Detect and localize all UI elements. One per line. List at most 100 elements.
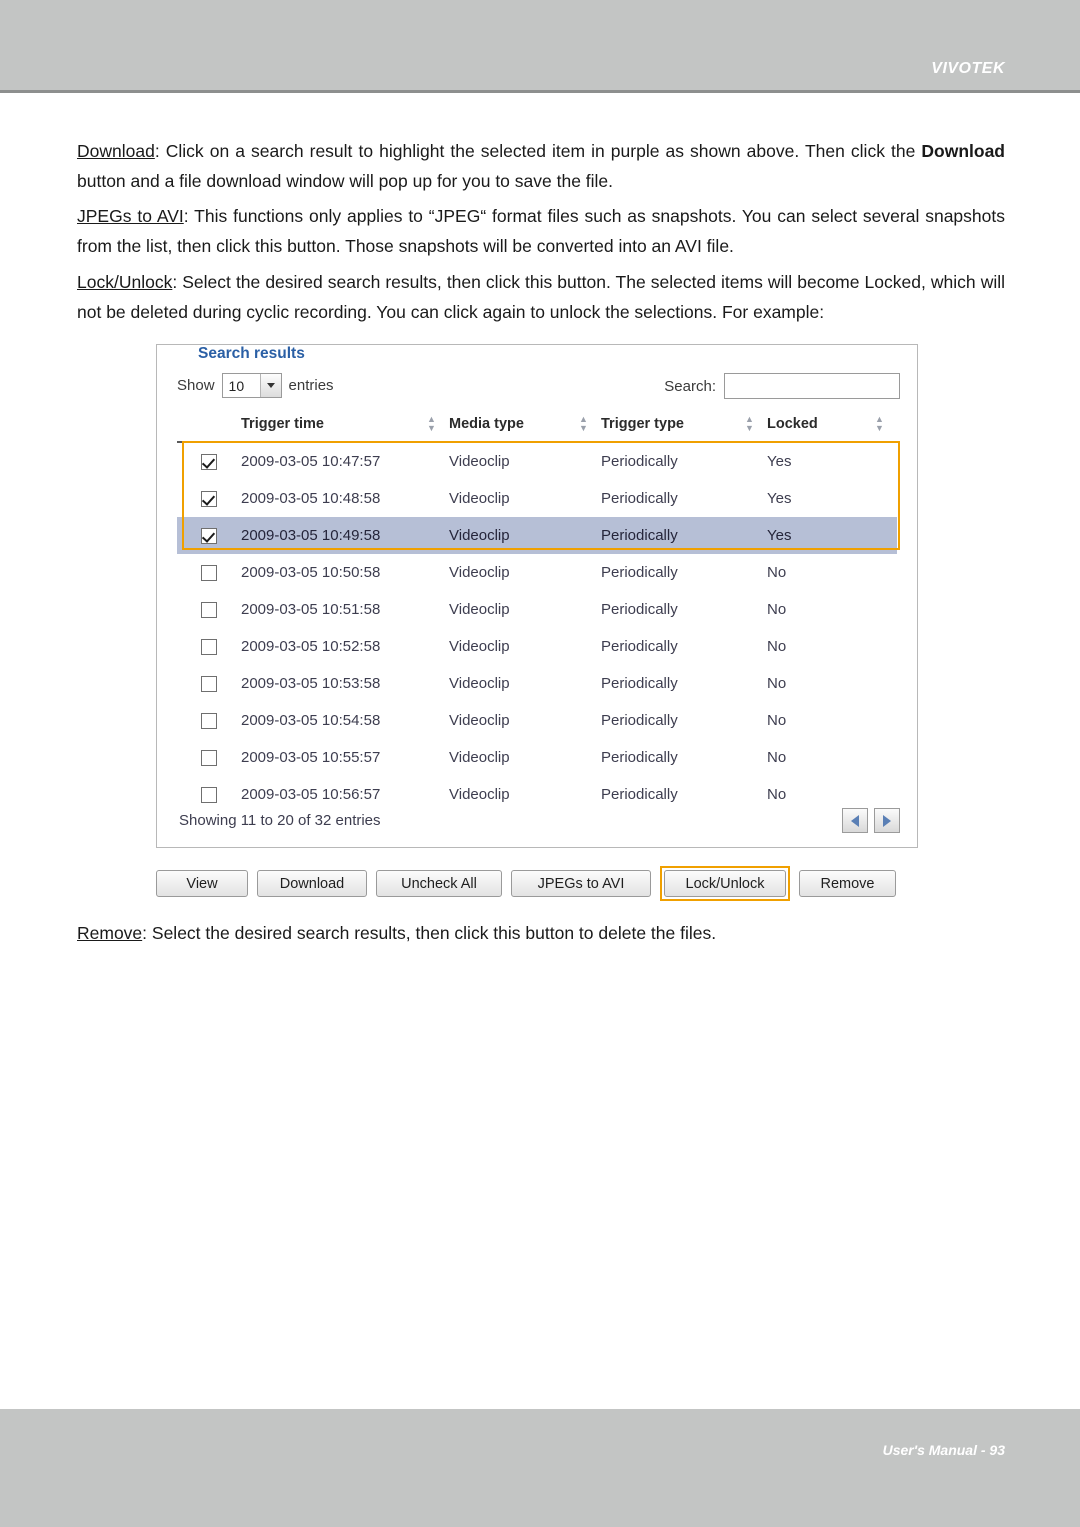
row-checkbox[interactable] — [201, 676, 217, 693]
sort-icon: ▲ ▼ — [745, 414, 754, 433]
row-trigger-type: Periodically — [601, 638, 678, 656]
table-row[interactable]: 2009-03-05 10:48:58 Videoclip Periodically… — [177, 480, 897, 517]
table-row[interactable]: 2009-03-05 10:55:57 Videoclip Periodically… — [177, 739, 897, 776]
row-trigger-type: Periodically — [601, 675, 678, 693]
row-trigger-time: 2009-03-05 10:49:58 — [241, 517, 449, 555]
arrow-left-icon — [851, 814, 859, 827]
jpegs-to-avi-button[interactable]: JPEGs to AVI — [511, 870, 651, 897]
download-button[interactable]: Download — [257, 870, 367, 897]
action-button-row: View Download Uncheck All JPEGs to AVI L… — [156, 866, 918, 901]
search-results-legend: Search results — [190, 345, 313, 363]
row-checkbox-cell[interactable] — [177, 554, 241, 591]
row-checkbox[interactable] — [201, 602, 217, 619]
download-term: Download — [77, 141, 155, 161]
row-locked: No — [767, 564, 787, 582]
row-checkbox[interactable] — [201, 565, 217, 582]
row-trigger-time: 2009-03-05 10:50:58 — [241, 564, 381, 582]
row-trigger-type: Periodically — [601, 712, 678, 730]
table-row[interactable]: 2009-03-05 10:50:58 Videoclip Periodically… — [177, 554, 897, 591]
view-button[interactable]: View — [156, 870, 248, 897]
row-checkbox-cell[interactable] — [177, 480, 241, 517]
paragraph-download: Download: Click on a search result to hi… — [77, 136, 1005, 196]
table-row[interactable]: 2009-03-05 10:54:58 Videoclip Periodically… — [177, 702, 897, 739]
lock-text: : Select the desired search results, the… — [77, 272, 1005, 323]
row-media-type: Videoclip — [449, 564, 510, 582]
next-page-button[interactable] — [874, 808, 900, 833]
header-trigger-type-label: Trigger type — [601, 416, 684, 432]
chevron-down-icon — [259, 374, 281, 397]
remove-button[interactable]: Remove — [799, 870, 896, 897]
page-footer-band — [0, 1409, 1080, 1527]
showing-entries-text: Showing 11 to 20 of 32 entries — [179, 812, 381, 829]
table-body: 2009-03-05 10:47:57 Videoclip Periodically… — [177, 442, 897, 813]
table-row[interactable]: 2009-03-05 10:53:58 Videoclip Periodically… — [177, 665, 897, 702]
previous-page-button[interactable] — [842, 808, 868, 833]
table-row[interactable]: 2009-03-05 10:56:57 Videoclip Periodically… — [177, 776, 897, 813]
row-checkbox-cell[interactable] — [177, 442, 241, 480]
row-locked: Yes — [767, 453, 792, 471]
arrow-right-icon — [883, 814, 891, 827]
row-checkbox[interactable] — [201, 787, 217, 804]
row-checkbox-cell[interactable] — [177, 517, 241, 555]
table-row[interactable]: 2009-03-05 10:52:58 Videoclip Periodically… — [177, 628, 897, 665]
header-media-type[interactable]: Media type ▲ ▼ — [449, 409, 601, 443]
row-checkbox[interactable] — [201, 713, 217, 730]
row-checkbox-cell[interactable] — [177, 628, 241, 665]
lock-unlock-button[interactable]: Lock/Unlock — [664, 870, 786, 897]
table-row[interactable]: 2009-03-05 10:49:58 Videoclip Periodically… — [177, 517, 897, 555]
row-checkbox-cell[interactable] — [177, 702, 241, 739]
table-row[interactable]: 2009-03-05 10:47:57 Videoclip Periodically… — [177, 442, 897, 480]
row-checkbox-cell[interactable] — [177, 665, 241, 702]
remove-text: : Select the desired search results, the… — [142, 923, 717, 943]
row-trigger-time: 2009-03-05 10:56:57 — [241, 786, 381, 804]
header-locked-label: Locked — [767, 416, 818, 432]
pagination-controls — [842, 808, 900, 833]
entries-label: entries — [288, 377, 334, 394]
paragraph-jpegs-to-avi: JPEGs to AVI: This functions only applie… — [77, 201, 1005, 261]
row-locked: No — [767, 638, 787, 656]
row-trigger-time: 2009-03-05 10:48:58 — [241, 490, 381, 508]
row-checkbox[interactable] — [201, 639, 217, 656]
row-checkbox-cell[interactable] — [177, 776, 241, 813]
entries-per-page-select[interactable]: 10 — [221, 373, 282, 398]
header-media-type-label: Media type — [449, 416, 524, 432]
row-locked: No — [767, 712, 787, 730]
search-input[interactable] — [724, 373, 900, 399]
row-trigger-time: 2009-03-05 10:52:58 — [241, 638, 381, 656]
row-trigger-type: Periodically — [601, 517, 767, 555]
row-media-type: Videoclip — [449, 675, 510, 693]
row-checkbox[interactable] — [201, 491, 217, 508]
header-trigger-time[interactable]: Trigger time ▲ ▼ — [241, 409, 449, 443]
show-entries-control: Show 10 entries — [177, 373, 334, 398]
sort-icon: ▲ ▼ — [875, 414, 884, 433]
uncheck-all-button[interactable]: Uncheck All — [376, 870, 502, 897]
paragraph-lock-unlock: Lock/Unlock: Select the desired search r… — [77, 267, 1005, 327]
lock-unlock-highlight: Lock/Unlock — [660, 866, 790, 901]
row-locked: No — [767, 601, 787, 619]
row-media-type: Videoclip — [449, 517, 601, 555]
lock-term: Lock/Unlock — [77, 272, 173, 292]
row-checkbox[interactable] — [201, 750, 217, 767]
table-header-row: Trigger time ▲ ▼ Media type ▲ ▼ Trigger ty… — [177, 409, 897, 443]
row-checkbox[interactable] — [201, 528, 217, 545]
header-checkbox-column — [177, 409, 241, 443]
header-trigger-type[interactable]: Trigger type ▲ ▼ — [601, 409, 767, 443]
row-checkbox-cell[interactable] — [177, 739, 241, 776]
row-trigger-type: Periodically — [601, 564, 678, 582]
row-checkbox-cell[interactable] — [177, 591, 241, 628]
row-media-type: Videoclip — [449, 490, 510, 508]
row-media-type: Videoclip — [449, 712, 510, 730]
entries-per-page-value: 10 — [228, 377, 245, 394]
row-checkbox[interactable] — [201, 454, 217, 471]
header-divider — [0, 90, 1080, 93]
row-media-type: Videoclip — [449, 453, 510, 471]
show-label: Show — [177, 377, 215, 394]
row-locked: Yes — [767, 517, 897, 555]
table-row[interactable]: 2009-03-05 10:51:58 Videoclip Periodically… — [177, 591, 897, 628]
row-media-type: Videoclip — [449, 786, 510, 804]
header-locked[interactable]: Locked ▲ ▼ — [767, 409, 897, 443]
row-locked: No — [767, 675, 787, 693]
sort-icon: ▲ ▼ — [579, 414, 588, 433]
row-media-type: Videoclip — [449, 749, 510, 767]
brand-logo: VIVOTEK — [931, 60, 1005, 77]
